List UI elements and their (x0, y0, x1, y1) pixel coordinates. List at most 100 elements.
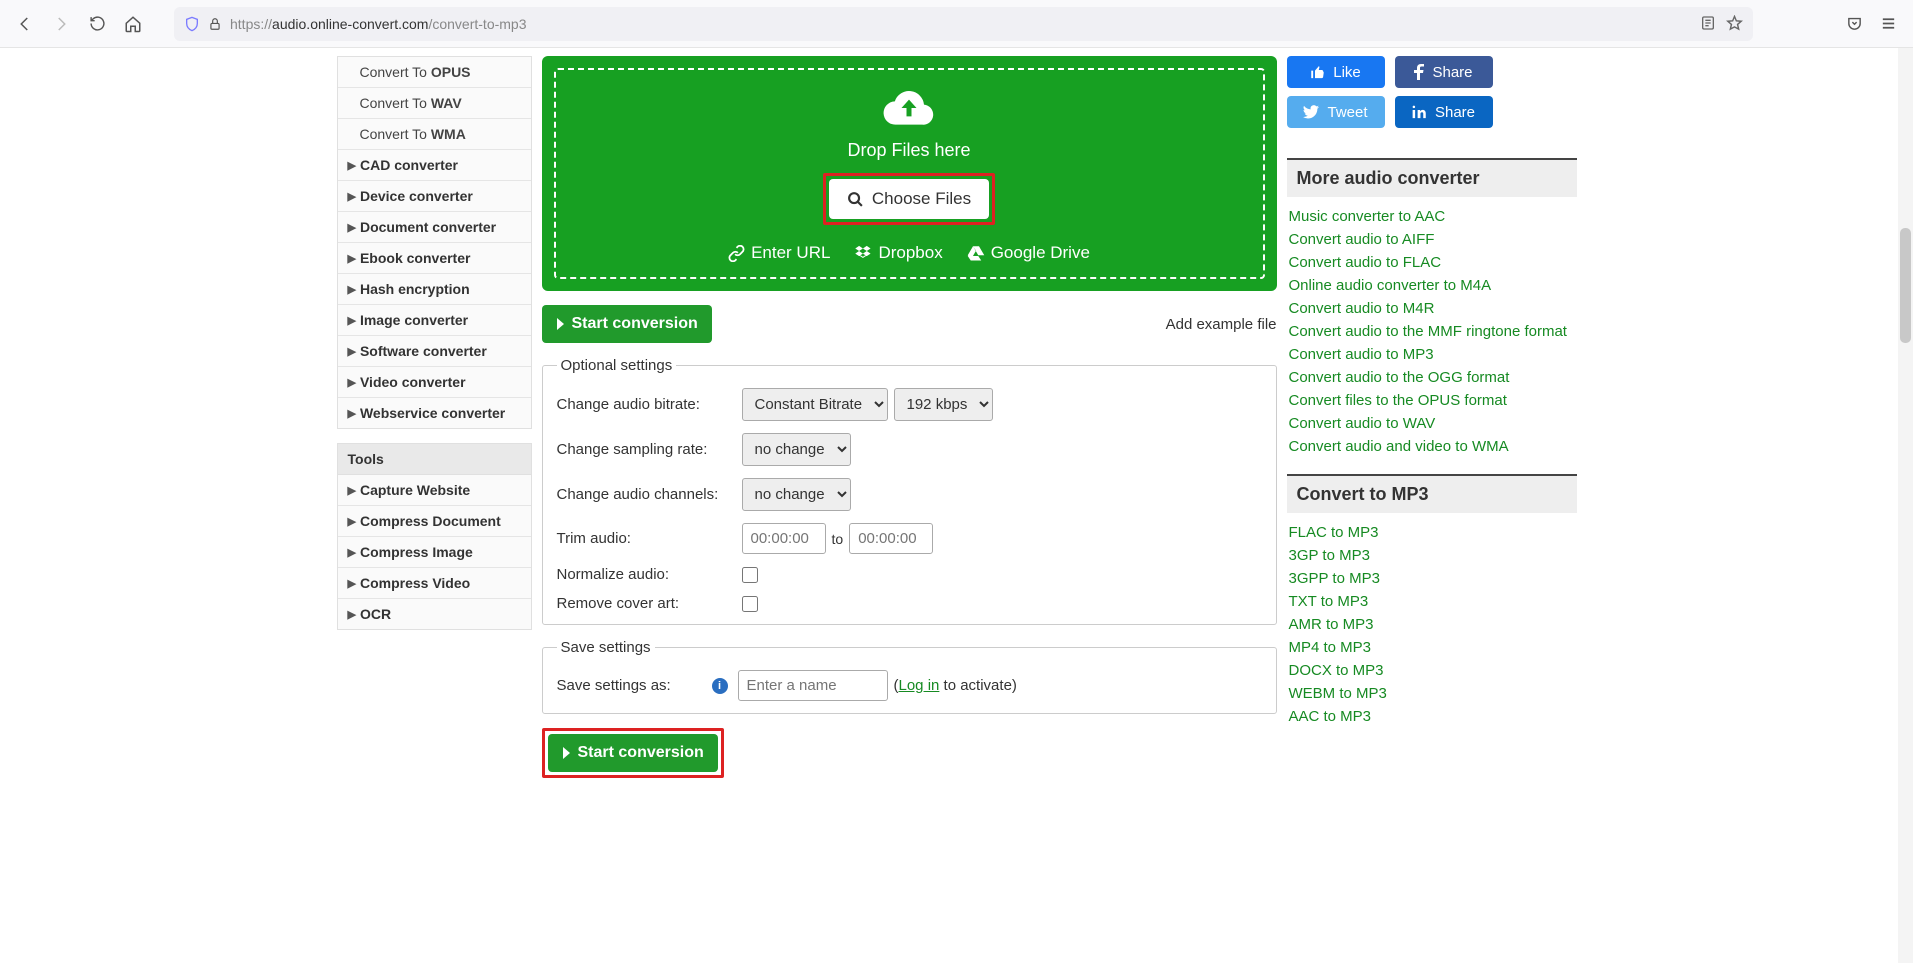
more-converter-link[interactable]: Convert files to the OPUS format (1289, 392, 1507, 409)
cover-art-checkbox[interactable] (742, 596, 758, 612)
more-converter-link[interactable]: Convert audio to AIFF (1289, 231, 1435, 248)
save-legend: Save settings (557, 639, 655, 656)
save-name-input[interactable] (738, 670, 888, 701)
choose-files-button[interactable]: Choose Files (829, 179, 989, 219)
sidebar-tool-item[interactable]: ▶ Compress Document (338, 506, 531, 537)
cover-art-label: Remove cover art: (557, 595, 742, 612)
chevron-right-icon (556, 317, 566, 331)
sidebar-tool-item[interactable]: ▶ Compress Video (338, 568, 531, 599)
more-converter-link[interactable]: Convert audio to MP3 (1289, 346, 1434, 363)
dropbox-link[interactable]: Dropbox (854, 243, 942, 263)
sidebar-category-item[interactable]: ▶ Hash encryption (338, 274, 531, 305)
link-icon (728, 245, 745, 262)
drop-text: Drop Files here (847, 140, 970, 161)
sidebar-category-item[interactable]: ▶ Image converter (338, 305, 531, 336)
convert-to-link[interactable]: 3GP to MP3 (1289, 547, 1370, 564)
save-settings-group: Save settings Save settings as: i (Log i… (542, 639, 1277, 714)
sidebar-format-item[interactable]: Convert To WAV (338, 88, 531, 119)
thumbs-up-icon (1310, 65, 1325, 80)
channels-select[interactable]: no change (742, 478, 851, 511)
bitrate-value-select[interactable]: 192 kbps (894, 388, 993, 421)
lock-icon (208, 17, 222, 31)
tweet-button[interactable]: Tweet (1287, 96, 1385, 128)
convert-to-link[interactable]: MP4 to MP3 (1289, 639, 1372, 656)
convert-to-link[interactable]: WEBM to MP3 (1289, 685, 1387, 702)
facebook-icon (1414, 64, 1424, 80)
file-dropzone[interactable]: Drop Files here Choose Files Enter URL D… (542, 56, 1277, 291)
sidebar-category-item[interactable]: ▶ Ebook converter (338, 243, 531, 274)
more-converter-link[interactable]: Convert audio to the OGG format (1289, 369, 1510, 386)
normalize-label: Normalize audio: (557, 566, 742, 583)
sidebar-format-item[interactable]: Convert To OPUS (338, 57, 531, 88)
gdrive-link[interactable]: Google Drive (967, 243, 1090, 263)
convert-to-link[interactable]: DOCX to MP3 (1289, 662, 1384, 679)
reader-icon[interactable] (1700, 15, 1716, 31)
sidebar-format-item[interactable]: Convert To WMA (338, 119, 531, 150)
choose-files-highlight: Choose Files (823, 173, 995, 225)
sidebar-tool-item[interactable]: ▶ Compress Image (338, 537, 531, 568)
more-converter-heading: More audio converter (1287, 158, 1577, 197)
convert-to-link[interactable]: FLAC to MP3 (1289, 524, 1379, 541)
start-conversion-button-top[interactable]: Start conversion (542, 305, 712, 343)
sample-rate-select[interactable]: no change (742, 433, 851, 466)
convert-to-link[interactable]: 3GPP to MP3 (1289, 570, 1380, 587)
sidebar-category-item[interactable]: ▶ Device converter (338, 181, 531, 212)
trim-end-input[interactable] (849, 523, 933, 554)
add-example-link[interactable]: Add example file (1166, 316, 1277, 333)
address-bar[interactable]: https://audio.online-convert.com/convert… (174, 7, 1753, 41)
url-text: https://audio.online-convert.com/convert… (230, 16, 527, 32)
more-converter-link[interactable]: Convert audio and video to WMA (1289, 438, 1509, 455)
sidebar-tool-item[interactable]: ▶ Capture Website (338, 475, 531, 506)
start-conversion-button-bottom[interactable]: Start conversion (548, 734, 718, 772)
start-conversion-highlight: Start conversion (542, 728, 724, 778)
convert-to-link[interactable]: AMR to MP3 (1289, 616, 1374, 633)
optional-legend: Optional settings (557, 357, 677, 374)
fb-like-button[interactable]: Like (1287, 56, 1385, 88)
chevron-right-icon (562, 746, 572, 760)
more-converter-link[interactable]: Music converter to AAC (1289, 208, 1446, 225)
page-scrollbar[interactable] (1898, 48, 1913, 963)
trim-to-label: to (832, 531, 844, 547)
menu-button[interactable] (1873, 9, 1903, 39)
search-icon (847, 191, 864, 208)
main-content: Drop Files here Choose Files Enter URL D… (542, 56, 1277, 778)
save-as-label: Save settings as: (557, 677, 712, 694)
convert-to-link[interactable]: TXT to MP3 (1289, 593, 1369, 610)
trim-start-input[interactable] (742, 523, 826, 554)
channels-label: Change audio channels: (557, 486, 742, 503)
convert-to-link[interactable]: AAC to MP3 (1289, 708, 1372, 725)
sidebar-category-item[interactable]: ▶ Software converter (338, 336, 531, 367)
bitrate-mode-select[interactable]: Constant Bitrate (742, 388, 888, 421)
sample-rate-label: Change sampling rate: (557, 441, 742, 458)
normalize-checkbox[interactable] (742, 567, 758, 583)
bookmark-icon[interactable] (1726, 15, 1743, 32)
login-link[interactable]: Log in (899, 677, 940, 694)
left-sidebar: Convert To OPUSConvert To WAVConvert To … (337, 56, 532, 778)
linkedin-icon (1412, 105, 1427, 120)
linkedin-share-button[interactable]: Share (1395, 96, 1493, 128)
convert-to-mp3-heading: Convert to MP3 (1287, 474, 1577, 513)
sidebar-category-item[interactable]: ▶ CAD converter (338, 150, 531, 181)
browser-toolbar: https://audio.online-convert.com/convert… (0, 0, 1913, 48)
forward-button[interactable] (46, 9, 76, 39)
more-converter-link[interactable]: Convert audio to M4R (1289, 300, 1435, 317)
optional-settings-group: Optional settings Change audio bitrate: … (542, 357, 1277, 625)
info-icon[interactable]: i (712, 678, 728, 694)
sidebar-category-item[interactable]: ▶ Webservice converter (338, 398, 531, 428)
back-button[interactable] (10, 9, 40, 39)
sidebar-category-item[interactable]: ▶ Document converter (338, 212, 531, 243)
fb-share-button[interactable]: Share (1395, 56, 1493, 88)
right-sidebar: Like Share Tweet Share More audio conver… (1287, 56, 1577, 778)
more-converter-link[interactable]: Convert audio to FLAC (1289, 254, 1442, 271)
more-converter-link[interactable]: Convert audio to the MMF ringtone format (1289, 323, 1567, 340)
shield-icon (184, 16, 200, 32)
twitter-icon (1303, 105, 1319, 119)
sidebar-category-item[interactable]: ▶ Video converter (338, 367, 531, 398)
enter-url-link[interactable]: Enter URL (728, 243, 830, 263)
more-converter-link[interactable]: Convert audio to WAV (1289, 415, 1436, 432)
sidebar-tool-item[interactable]: ▶ OCR (338, 599, 531, 629)
home-button[interactable] (118, 9, 148, 39)
pocket-button[interactable] (1839, 9, 1869, 39)
more-converter-link[interactable]: Online audio converter to M4A (1289, 277, 1492, 294)
reload-button[interactable] (82, 9, 112, 39)
